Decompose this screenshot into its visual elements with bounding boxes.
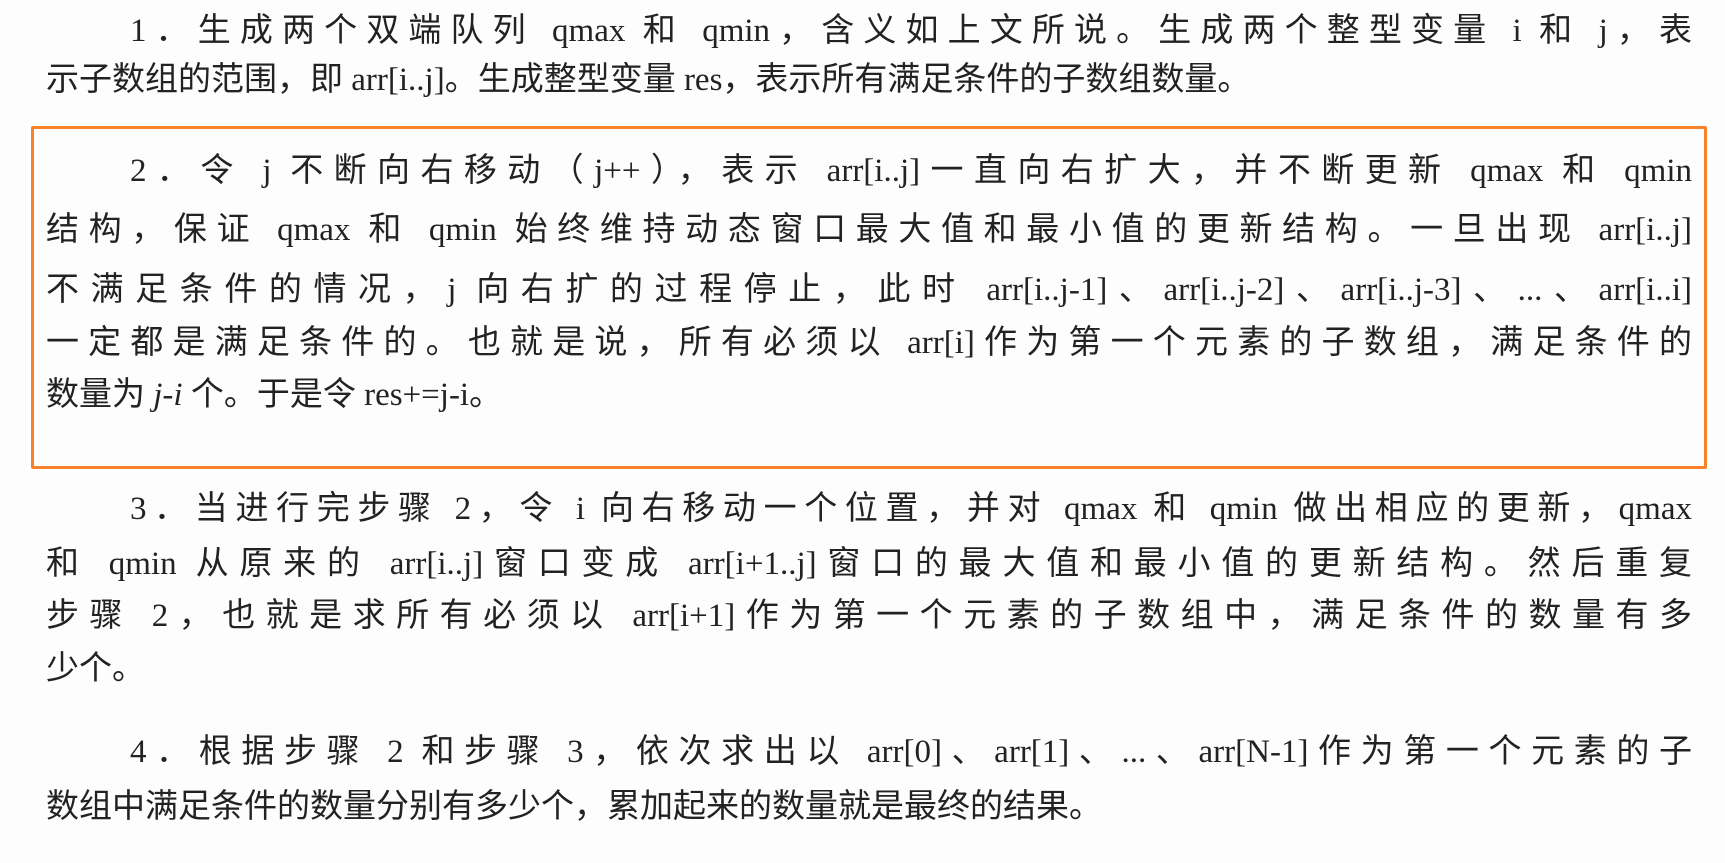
paragraph-3-line-4: 少个。 <box>46 651 145 687</box>
paragraph-2-line-2: 结构，保证 qmax 和 qmin 始终维持动态窗口最大值和最小值的更新结构。一… <box>46 212 1692 248</box>
paragraph-2-line-3: 不满足条件的情况，j 向右扩的过程停止，此时 arr[i..j-1]、arr[i… <box>46 272 1692 308</box>
paragraph-2-line-5: 数量为 j-i 个。于是令 res+=j-i。 <box>46 374 1692 416</box>
paragraph-2-line-4: 一定都是满足条件的。也就是说，所有必须以 arr[i]作为第一个元素的子数组，满… <box>46 325 1692 361</box>
paragraph-4-line-1: 4．根据步骤 2 和步骤 3，依次求出以 arr[0]、arr[1]、...、a… <box>130 734 1692 770</box>
paragraph-1-line-2: 示子数组的范围，即 arr[i..j]。生成整型变量 res，表示所有满足条件的… <box>46 62 1251 98</box>
paragraph-3-line-3: 步骤 2，也就是求所有必须以 arr[i+1]作为第一个元素的子数组中，满足条件… <box>46 598 1692 634</box>
italic-formula: j-i <box>153 377 183 413</box>
text: 数量为 <box>46 377 154 413</box>
paragraph-3-line-2: 和 qmin 从原来的 arr[i..j]窗口变成 arr[i+1..j]窗口的… <box>46 546 1692 582</box>
paragraph-2-line-1: 2．令 j 不断向右移动（j++），表示 arr[i..j]一直向右扩大，并不断… <box>130 153 1692 189</box>
paragraph-3-line-1: 3．当进行完步骤 2，令 i 向右移动一个位置，并对 qmax 和 qmin 做… <box>130 491 1692 527</box>
paragraph-4-line-2: 数组中满足条件的数量分别有多少个，累加起来的数量就是最终的结果。 <box>46 789 1102 825</box>
paragraph-1-line-1: 1．生成两个双端队列 qmax 和 qmin，含义如上文所说。生成两个整型变量 … <box>130 13 1692 49</box>
text: 个。于是令 res+=j-i。 <box>182 377 503 413</box>
